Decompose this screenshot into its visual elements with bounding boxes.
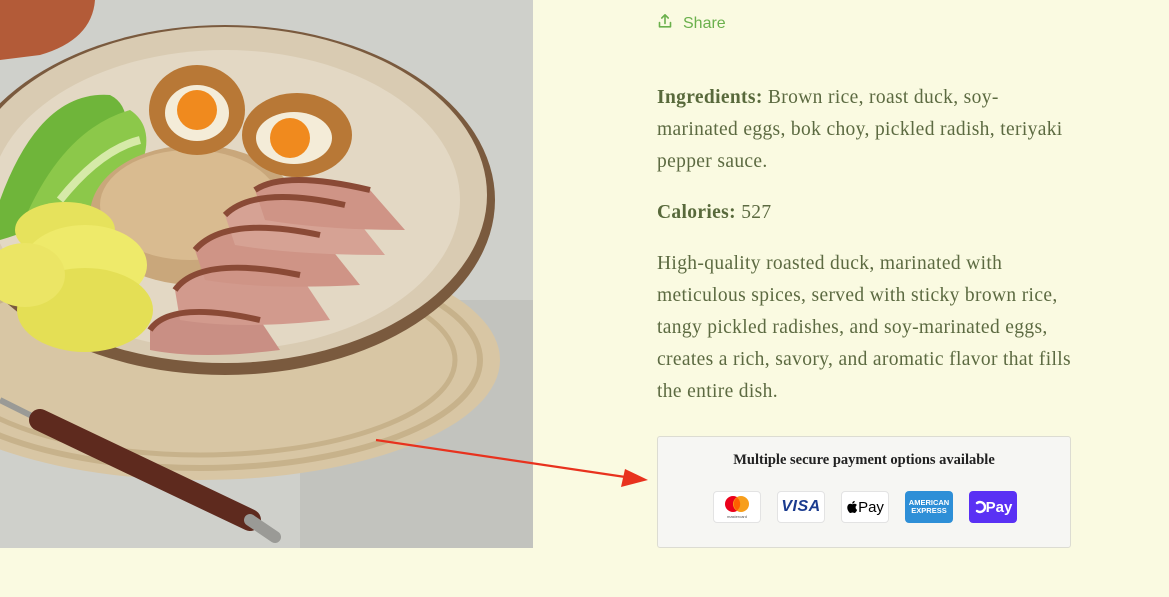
calories-value: 527 — [735, 202, 772, 223]
shop-pay-label: Pay — [985, 498, 1013, 516]
product-image — [0, 0, 533, 548]
ingredients-paragraph: Ingredients: Brown rice, roast duck, soy… — [657, 82, 1077, 178]
share-upload-icon — [657, 13, 673, 34]
shop-pay-icon: Pay — [969, 491, 1017, 523]
description-paragraph: High-quality roasted duck, marinated wit… — [657, 253, 1071, 402]
payment-title: Multiple secure payment options availabl… — [733, 452, 995, 468]
share-label: Share — [683, 14, 726, 32]
visa-icon: VISA — [777, 491, 825, 523]
shop-pay-logo-icon — [975, 500, 986, 514]
mastercard-label: mastercard — [726, 514, 747, 519]
calories-label: Calories: — [657, 202, 736, 223]
calories-paragraph: Calories: 527 — [657, 197, 1077, 229]
product-description: Ingredients: Brown rice, roast duck, soy… — [657, 82, 1077, 427]
product-page: Share Ingredients: Brown rice, roast duc… — [0, 0, 1169, 597]
food-bowl-illustration — [0, 0, 533, 548]
ingredients-label: Ingredients: — [657, 87, 763, 108]
payment-icons: mastercard VISA Pay AMERICAN EXPRESS Pay — [713, 491, 1017, 523]
amex-label-line2: EXPRESS — [911, 506, 947, 515]
apple-pay-icon: Pay — [841, 491, 889, 523]
apple-logo-icon — [847, 500, 858, 514]
mastercard-icon: mastercard — [713, 491, 761, 523]
share-button[interactable]: Share — [657, 13, 726, 34]
amex-icon: AMERICAN EXPRESS — [905, 491, 953, 523]
apple-pay-label: Pay — [858, 498, 884, 516]
payment-options-box: Multiple secure payment options availabl… — [657, 436, 1071, 548]
visa-label: VISA — [781, 498, 821, 515]
